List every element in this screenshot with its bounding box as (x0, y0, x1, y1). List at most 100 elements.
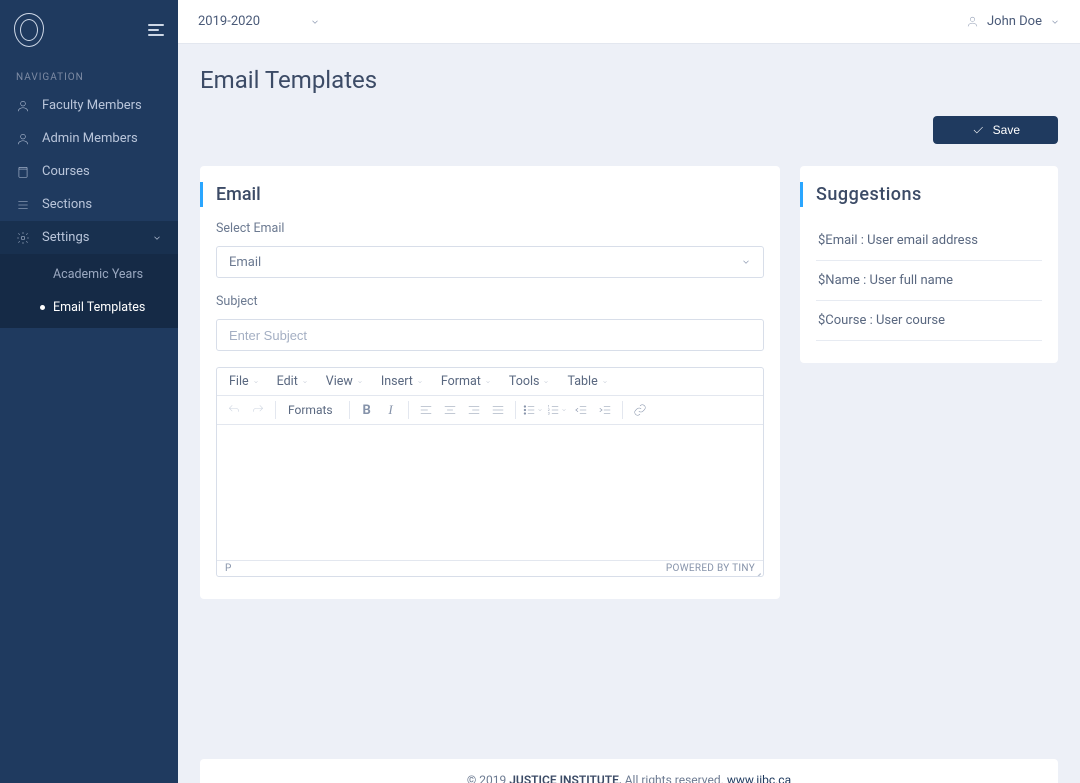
bullet-list-button[interactable] (522, 399, 544, 421)
check-icon (971, 123, 985, 137)
user-icon (16, 99, 30, 113)
save-button[interactable]: Save (933, 116, 1058, 144)
align-center-button[interactable] (439, 399, 461, 421)
indent-button[interactable] (594, 399, 616, 421)
editor-toolbar: Formats B I (217, 396, 763, 425)
editor-menu-label: Table (567, 374, 597, 389)
editor-menu-format[interactable]: Format (441, 374, 491, 389)
menu-toggle-icon[interactable] (148, 24, 164, 36)
caret-down-icon (302, 379, 308, 385)
align-justify-icon (491, 403, 505, 417)
sidebar-item-settings[interactable]: Settings (0, 221, 178, 254)
sidebar-item-faculty[interactable]: Faculty Members (0, 89, 178, 122)
chevron-down-icon (152, 233, 162, 243)
footer-institute: JUSTICE INSTITUTE, (509, 773, 621, 783)
sidebar-subitem-label: Email Templates (53, 300, 145, 315)
suggestions-heading: Suggestions (800, 182, 1042, 207)
toolbar-separator (515, 401, 516, 419)
year-select[interactable]: 2019-2020 (198, 14, 320, 29)
subject-input[interactable] (229, 328, 751, 343)
toolbar-separator (622, 401, 623, 419)
toolbar-separator (408, 401, 409, 419)
suggestion-item: $Email : User email address (816, 221, 1042, 261)
editor-menu-view[interactable]: View (326, 374, 363, 389)
footer-rights: All rights reserved. (622, 773, 727, 783)
sidebar-item-courses[interactable]: Courses (0, 155, 178, 188)
sidebar-subitem-label: Academic Years (53, 267, 143, 282)
user-menu[interactable]: John Doe (966, 14, 1060, 29)
sidebar: NAVIGATION Faculty Members Admin Members… (0, 0, 178, 783)
year-select-value: 2019-2020 (198, 14, 260, 29)
toolbar-separator (349, 401, 350, 419)
save-row: Save (200, 116, 1058, 144)
sidebar-item-admin[interactable]: Admin Members (0, 122, 178, 155)
user-icon (966, 15, 979, 28)
editor-menu-file[interactable]: File (229, 374, 259, 389)
outdent-button[interactable] (570, 399, 592, 421)
subject-label: Subject (216, 294, 764, 309)
nav-heading: NAVIGATION (0, 60, 178, 89)
align-left-button[interactable] (415, 399, 437, 421)
redo-button[interactable] (247, 399, 269, 421)
list-icon (16, 198, 30, 212)
align-right-icon (467, 403, 481, 417)
undo-button[interactable] (223, 399, 245, 421)
caret-down-icon (253, 379, 259, 385)
footer-link[interactable]: www.jibc.ca (727, 773, 791, 783)
select-email-dropdown[interactable]: Email (216, 246, 764, 278)
settings-submenu: Academic Years Email Templates (0, 254, 178, 328)
editor-menu-label: Insert (381, 374, 413, 389)
editor-menu-edit[interactable]: Edit (277, 374, 308, 389)
chevron-down-icon (741, 257, 751, 267)
page-title: Email Templates (200, 66, 1058, 94)
editor-resize-handle[interactable] (751, 564, 761, 574)
sidebar-item-label: Settings (42, 230, 89, 245)
editor-statusbar: P POWERED BY TINY (217, 560, 763, 576)
suggestion-item: $Name : User full name (816, 261, 1042, 301)
caret-down-icon (543, 379, 549, 385)
rich-text-editor: File Edit View Insert Format Tools Table (216, 367, 764, 577)
book-icon (16, 165, 30, 179)
editor-menu-tools[interactable]: Tools (509, 374, 550, 389)
editor-body[interactable] (217, 425, 763, 560)
user-icon (16, 132, 30, 146)
caret-down-icon (485, 379, 491, 385)
sidebar-subitem-email-templates[interactable]: Email Templates (0, 291, 178, 324)
chevron-down-icon (310, 17, 320, 27)
main: 2019-2020 John Doe Email Templates Save (178, 0, 1080, 783)
footer: © 2019 JUSTICE INSTITUTE, All rights res… (200, 759, 1058, 783)
formats-label: Formats (288, 403, 333, 417)
italic-button[interactable]: I (380, 399, 402, 421)
save-button-label: Save (993, 123, 1020, 137)
caret-down-icon (357, 379, 363, 385)
sidebar-item-label: Sections (42, 197, 92, 212)
formats-dropdown[interactable]: Formats (282, 403, 343, 417)
active-dot (40, 305, 45, 310)
email-card-heading: Email (200, 182, 764, 207)
align-justify-button[interactable] (487, 399, 509, 421)
caret-down-icon (602, 379, 608, 385)
editor-menu-table[interactable]: Table (567, 374, 607, 389)
subject-field-wrapper (216, 319, 764, 351)
gear-icon (16, 231, 30, 245)
link-button[interactable] (629, 399, 651, 421)
sidebar-subitem-academic-years[interactable]: Academic Years (0, 258, 178, 291)
bold-button[interactable]: B (356, 399, 378, 421)
toolbar-separator (275, 401, 276, 419)
sidebar-item-label: Courses (42, 164, 90, 179)
suggestion-item: $Course : User course (816, 301, 1042, 341)
align-right-button[interactable] (463, 399, 485, 421)
active-dot (40, 272, 45, 277)
sidebar-item-sections[interactable]: Sections (0, 188, 178, 221)
topbar: 2019-2020 John Doe (178, 0, 1080, 44)
editor-menu-insert[interactable]: Insert (381, 374, 423, 389)
number-list-button[interactable]: 123 (546, 399, 568, 421)
columns: Email Select Email Email Subject File (200, 166, 1058, 599)
align-center-icon (443, 403, 457, 417)
chevron-down-icon (1050, 17, 1060, 27)
sidebar-top (0, 0, 178, 60)
sidebar-item-label: Admin Members (42, 131, 138, 146)
number-list-icon: 123 (546, 403, 560, 417)
editor-powered: POWERED BY TINY (666, 563, 755, 574)
bullet-list-icon (522, 403, 536, 417)
